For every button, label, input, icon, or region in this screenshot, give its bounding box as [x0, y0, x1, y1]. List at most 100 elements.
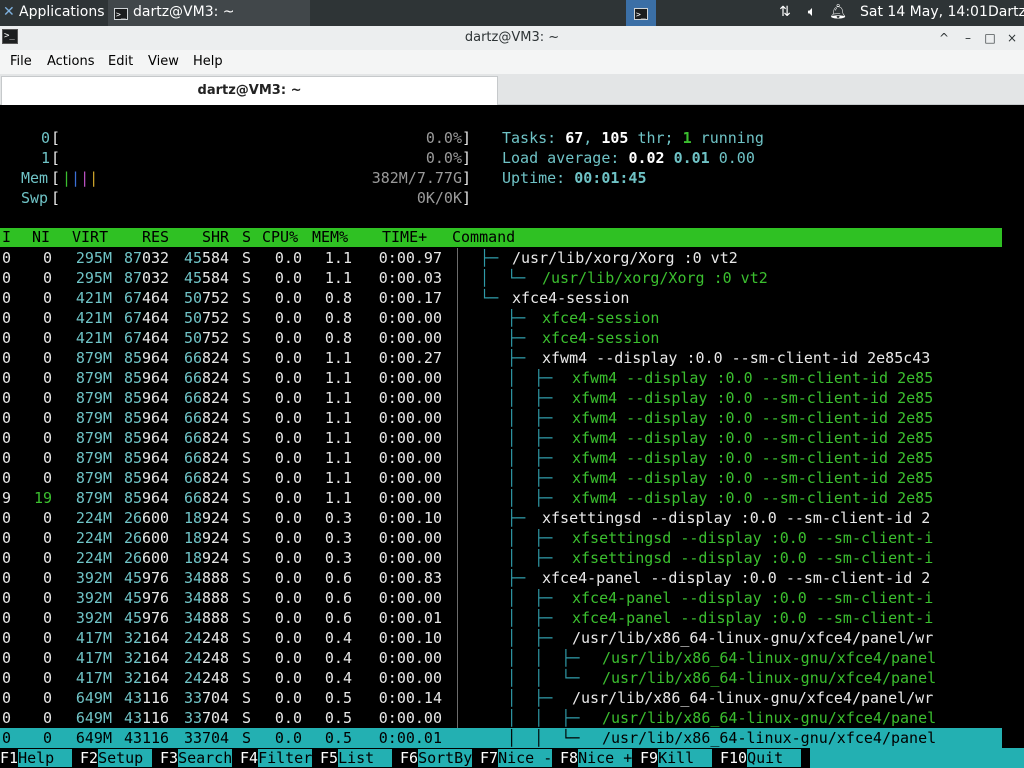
proc-mem: 0.3 — [324, 529, 352, 547]
proc-pri: 0 — [2, 649, 12, 667]
proc-cpu: 0.0 — [274, 429, 302, 447]
process-row[interactable]: 0 0 417M 32 164 24 248 S 0.0 0.4 0:00.00 │ │ ├─ /u… — [0, 648, 1002, 668]
col-virt[interactable]: VIRT — [72, 228, 108, 247]
process-row[interactable]: 0 0 421M 67 464 50 752 S 0.0 0.8 0:00.00 ├─ xfce4-… — [0, 308, 1002, 328]
proc-shr-high: 66 — [183, 349, 202, 367]
minimize-window-button[interactable]: – — [958, 26, 978, 50]
proc-command: xfwm4 --display :0.0 --sm-client-id 2e85 — [572, 449, 934, 467]
process-row[interactable]: 9 19 879M 85 964 66 824 S 0.0 1.1 0:00.00 │ ├─ xfw… — [0, 488, 1002, 508]
fkey-f7[interactable]: F7Nice - — [480, 748, 553, 768]
process-row[interactable]: 0 0 392M 45 976 34 888 S 0.0 0.6 0:00.01 │ ├─ xfce… — [0, 608, 1002, 628]
process-row[interactable]: 0 0 224M 26 600 18 924 S 0.0 0.3 0:00.10 ├─ xfsett… — [0, 508, 1002, 528]
proc-shr-high: 66 — [183, 429, 202, 447]
col-shr[interactable]: SHR — [202, 228, 229, 247]
clock[interactable]: Sat 14 May, 14:01 — [860, 0, 988, 26]
proc-tree: │ ├─ — [462, 389, 562, 407]
process-row[interactable]: 0 0 649M 43 116 33 704 S 0.0 0.5 0:00.01 │ │ └─ /u… — [0, 728, 1002, 748]
shade-window-button[interactable]: ^ — [934, 26, 954, 50]
notification-bell-icon[interactable]: 🔔︎ — [828, 0, 848, 26]
fkey-f8[interactable]: F8Nice + — [560, 748, 633, 768]
maximize-window-button[interactable]: □ — [980, 26, 1000, 50]
process-row[interactable]: 0 0 879M 85 964 66 824 S 0.0 1.1 0:00.00 │ ├─ xfwm… — [0, 408, 1002, 428]
fkey-f2[interactable]: F2Setup — [80, 748, 153, 768]
proc-pri: 0 — [2, 589, 12, 607]
proc-res-high: 45 — [123, 609, 142, 627]
fkey-f4[interactable]: F4Filter — [240, 748, 313, 768]
proc-mem: 1.1 — [324, 469, 352, 487]
process-row[interactable]: 0 0 879M 85 964 66 824 S 0.0 1.1 0:00.00 │ ├─ xfwm… — [0, 368, 1002, 388]
network-icon[interactable]: ⇅ — [775, 0, 795, 26]
process-row[interactable]: 0 0 879M 85 964 66 824 S 0.0 1.1 0:00.00 │ ├─ xfwm… — [0, 468, 1002, 488]
process-row[interactable]: 0 0 649M 43 116 33 704 S 0.0 0.5 0:00.14 │ ├─ /usr… — [0, 688, 1002, 708]
proc-cpu: 0.0 — [274, 689, 302, 707]
process-row[interactable]: 0 0 879M 85 964 66 824 S 0.0 1.1 0:00.00 │ ├─ xfwm… — [0, 448, 1002, 468]
close-window-button[interactable]: × — [1002, 26, 1022, 50]
menu-help[interactable]: Help — [193, 50, 223, 74]
process-row[interactable]: 0 0 421M 67 464 50 752 S 0.0 0.8 0:00.00 ├─ xfce4-… — [0, 328, 1002, 348]
proc-tree: └─ — [462, 289, 508, 307]
proc-state: S — [242, 269, 252, 287]
proc-state: S — [242, 669, 252, 687]
user-menu[interactable]: Dartz — [988, 0, 1024, 26]
tab-terminal[interactable]: dartz@VM3: ~ — [1, 76, 498, 105]
process-row[interactable]: 0 0 417M 32 164 24 248 S 0.0 0.4 0:00.00 │ │ └─ /u… — [0, 668, 1002, 688]
proc-pri: 0 — [2, 449, 12, 467]
process-row[interactable]: 0 0 879M 85 964 66 824 S 0.0 1.1 0:00.00 │ ├─ xfwm… — [0, 428, 1002, 448]
terminal-view[interactable]: 0 [ 0.0% ] 1 [ 0.0% ] Mem [ |||| 382M/7.… — [0, 105, 1024, 768]
proc-pri: 0 — [2, 689, 12, 707]
volume-icon[interactable]: 🔈︎ — [802, 0, 822, 26]
process-row[interactable]: 0 0 649M 43 116 33 704 S 0.0 0.5 0:00.00 │ │ ├─ /u… — [0, 708, 1002, 728]
window-titlebar[interactable]: >_ dartz@VM3: ~ ^ – □ × — [0, 26, 1024, 51]
menu-view[interactable]: View — [148, 50, 179, 74]
applications-menu-button[interactable]: ✕ Applications — [0, 0, 106, 26]
col-ni[interactable]: NI — [32, 228, 50, 247]
col-cpu[interactable]: CPU% — [262, 228, 298, 247]
menu-file[interactable]: File — [10, 50, 32, 74]
proc-shr-low: 704 — [202, 709, 230, 727]
process-row[interactable]: 0 0 295M 87 032 45 584 S 0.0 1.1 0:00.97 ├─ /usr/l… — [0, 248, 1002, 268]
process-row[interactable]: 0 0 417M 32 164 24 248 S 0.0 0.4 0:00.10 │ ├─ /usr… — [0, 628, 1002, 648]
fkey-f5[interactable]: F5List — [320, 748, 393, 768]
proc-state: S — [242, 689, 252, 707]
proc-mem: 1.1 — [324, 269, 352, 287]
proc-virt: 295M — [75, 249, 112, 267]
menu-actions[interactable]: Actions — [47, 50, 95, 74]
proc-state: S — [242, 509, 252, 527]
process-row[interactable]: 0 0 295M 87 032 45 584 S 0.0 1.1 0:00.03 │ └─ /usr… — [0, 268, 1002, 288]
fkey-f10[interactable]: F10Quit — [720, 748, 802, 768]
process-row[interactable]: 0 0 392M 45 976 34 888 S 0.0 0.6 0:00.83 ├─ xfce4-… — [0, 568, 1002, 588]
process-column-header[interactable]: I NI VIRT RES SHR S CPU% MEM% TIME+ Comm… — [0, 228, 1002, 247]
fkey-f9[interactable]: F9Kill — [640, 748, 713, 768]
col-res[interactable]: RES — [142, 228, 169, 247]
col-time[interactable]: TIME+ — [382, 228, 427, 247]
col-pri[interactable]: I — [2, 228, 11, 247]
proc-virt: 392M — [75, 609, 112, 627]
proc-shr-low: 924 — [202, 549, 230, 567]
process-row[interactable]: 0 0 879M 85 964 66 824 S 0.0 1.1 0:00.27 ├─ xfwm4 … — [0, 348, 1002, 368]
fkey-f3[interactable]: F3Search — [160, 748, 233, 768]
process-row[interactable]: 0 0 224M 26 600 18 924 S 0.0 0.3 0:00.00 │ ├─ xfse… — [0, 548, 1002, 568]
process-row[interactable]: 0 0 392M 45 976 34 888 S 0.0 0.6 0:00.00 │ ├─ xfce… — [0, 588, 1002, 608]
fkey-f6[interactable]: F6SortBy — [400, 748, 473, 768]
col-state[interactable]: S — [242, 228, 251, 247]
cpu1-value: 0.0% — [425, 149, 462, 167]
mem-value: 382M/7.77G — [371, 169, 462, 187]
process-row[interactable]: 0 0 224M 26 600 18 924 S 0.0 0.3 0:00.00 │ ├─ xfse… — [0, 528, 1002, 548]
fkey-f1[interactable]: F1Help — [0, 748, 73, 768]
proc-command: xfsettingsd --display :0.0 --sm-client-i… — [542, 509, 931, 527]
proc-virt: 417M — [75, 649, 112, 667]
process-row[interactable]: 0 0 421M 67 464 50 752 S 0.0 0.8 0:00.17 └─ xfce4-… — [0, 288, 1002, 308]
menu-edit[interactable]: Edit — [108, 50, 133, 74]
col-command[interactable]: Command — [452, 228, 515, 247]
proc-res-high: 43 — [123, 689, 142, 707]
fkey-key: F3 — [160, 749, 179, 767]
proc-ni: 0 — [42, 269, 52, 287]
col-mem[interactable]: MEM% — [312, 228, 348, 247]
proc-tree: ├─ — [462, 309, 535, 327]
proc-virt: 879M — [75, 449, 112, 467]
proc-mem: 0.6 — [324, 609, 352, 627]
workspace-switcher-button[interactable]: >_ — [626, 0, 656, 26]
process-row[interactable]: 0 0 879M 85 964 66 824 S 0.0 1.1 0:00.00 │ ├─ xfwm… — [0, 388, 1002, 408]
proc-state: S — [242, 329, 252, 347]
taskbar-terminal-button[interactable]: >_ dartz@VM3: ~ — [108, 0, 310, 26]
